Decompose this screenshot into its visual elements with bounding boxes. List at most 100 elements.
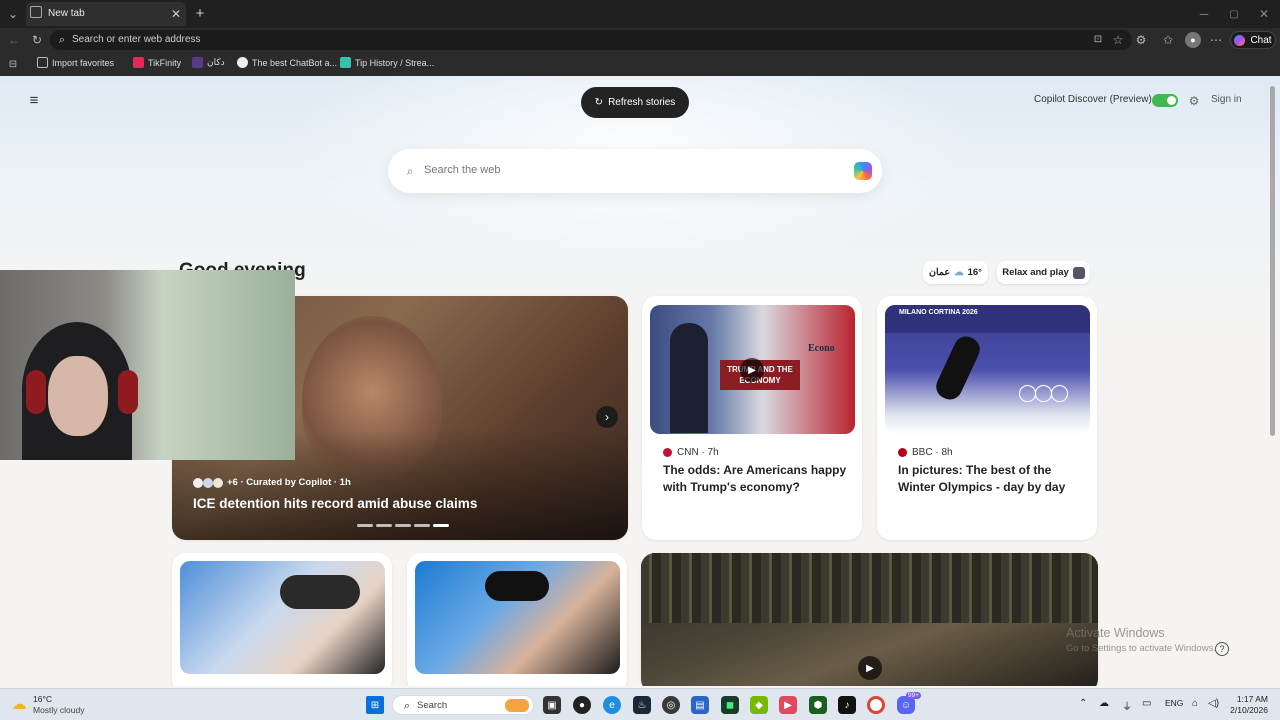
refresh-icon[interactable]: ↻ <box>29 32 45 48</box>
carousel-dot[interactable] <box>357 524 373 527</box>
favorite-tikfinity[interactable]: TikFinity <box>133 57 181 68</box>
favorite-import[interactable]: Import favorites <box>37 57 114 68</box>
sidebar-toggle-icon[interactable]: ⊟ <box>5 56 21 72</box>
play-icon[interactable]: ▶ <box>858 656 882 680</box>
search-highlight-icon <box>505 699 529 712</box>
cockpit-panel <box>641 553 1098 623</box>
story-card-skier-2[interactable] <box>407 553 627 686</box>
next-arrow-icon[interactable]: › <box>596 406 618 428</box>
volume-icon[interactable]: ◁) <box>1208 698 1219 709</box>
goggles-figure <box>280 575 360 609</box>
media-app-icon[interactable]: ▶ <box>779 696 797 714</box>
profile-avatar[interactable]: ● <box>1185 32 1201 48</box>
olympic-rings-icon: ◯◯◯ <box>1018 383 1069 402</box>
extensions-icon[interactable]: ⚙ <box>1133 32 1149 48</box>
minimize-icon[interactable]: ─ <box>1196 6 1212 22</box>
copilot-icon[interactable] <box>854 162 872 180</box>
favorite-star-icon[interactable]: ☆ <box>1110 32 1126 48</box>
taskbar-weather-desc[interactable]: Mostly cloudy <box>33 705 85 715</box>
steam-icon[interactable]: ♨ <box>633 696 651 714</box>
toggle-knob <box>1167 96 1176 105</box>
bbc-icon <box>898 448 907 457</box>
story-thumbnail: MILANO CORTINA 2026 ◯◯◯ <box>885 305 1090 434</box>
story-source: CNN · 7h <box>663 447 719 458</box>
more-icon[interactable]: ⋯ <box>1208 32 1224 48</box>
read-aloud-icon[interactable]: ⊡ <box>1090 32 1106 48</box>
favorite-chatbot[interactable]: The best ChatBot a... <box>237 57 337 68</box>
taskbar: ☁ 16°C Mostly cloudy ⊞ ⌕ Search ▣ ● e ♨ … <box>0 688 1280 720</box>
chrome-icon[interactable] <box>867 696 885 714</box>
scrollbar-thumb[interactable] <box>1270 86 1275 436</box>
story-card-video[interactable]: ▶ <box>641 553 1098 686</box>
clock-time[interactable]: 1:17 AM <box>1226 694 1268 704</box>
hero-meta-text: +6 · Curated by Copilot · 1h <box>227 477 351 488</box>
sign-in-link[interactable]: Sign in <box>1211 94 1242 105</box>
taskbar-search[interactable]: ⌕ Search <box>392 695 534 715</box>
maximize-icon[interactable]: ▢ <box>1226 6 1242 22</box>
story-headline[interactable]: The odds: Are Americans happy with Trump… <box>663 462 848 496</box>
taskbar-weather-temp[interactable]: 16°C <box>33 694 52 704</box>
story-card-cnn[interactable]: TRUMP AND THE ECONOMY Econo ▶ CNN · 7h T… <box>642 296 862 540</box>
weather-pill[interactable]: عمان ☁ 16° <box>923 261 988 284</box>
tip-history-icon <box>340 57 351 68</box>
help-icon[interactable]: ? <box>1215 642 1229 656</box>
back-icon[interactable]: ← <box>6 32 22 48</box>
settings-gear-icon[interactable]: ⚙ <box>1186 93 1202 109</box>
search-icon: ⌕ <box>58 34 66 46</box>
app-icon-circle[interactable]: ◎ <box>662 696 680 714</box>
tray-overflow-icon[interactable]: ⌃ <box>1079 698 1087 709</box>
carousel-dot[interactable] <box>433 524 449 527</box>
anchor-figure <box>670 323 708 433</box>
store-icon[interactable]: ▤ <box>691 696 709 714</box>
tab-list-icon[interactable]: ⌄ <box>5 6 21 22</box>
carousel-dot[interactable] <box>376 524 392 527</box>
close-tab-icon[interactable]: ✕ <box>168 6 184 22</box>
cloud-tray-icon[interactable]: ☁ <box>1099 698 1109 709</box>
task-view-icon[interactable]: ▣ <box>543 696 561 714</box>
obs-icon[interactable]: ● <box>573 696 591 714</box>
chat-button[interactable]: Chat <box>1230 31 1276 49</box>
refresh-stories-button[interactable]: ↻ Refresh stories <box>581 87 689 118</box>
game-app-icon[interactable]: ⬢ <box>809 696 827 714</box>
story-thumbnail: TRUMP AND THE ECONOMY Econo ▶ <box>650 305 855 434</box>
tiktok-icon[interactable]: ♪ <box>838 696 856 714</box>
edge-icon[interactable]: e <box>603 696 621 714</box>
story-card-bbc[interactable]: MILANO CORTINA 2026 ◯◯◯ BBC · 8h In pict… <box>877 296 1097 540</box>
thumb-caption: MILANO CORTINA 2026 <box>899 309 978 316</box>
tikfinity-icon <box>133 57 144 68</box>
nvidia-icon[interactable]: ◆ <box>750 696 768 714</box>
menu-icon[interactable]: ≡ <box>26 92 42 109</box>
tab-bar: ⌄ New tab ✕ + ─ ▢ ✕ <box>0 0 1280 28</box>
story-headline[interactable]: In pictures: The best of the Winter Olym… <box>898 462 1083 496</box>
favorite-tip-history[interactable]: Tip History / Strea... <box>340 57 434 68</box>
display-icon[interactable]: ▭ <box>1142 698 1151 709</box>
page-icon <box>30 6 42 18</box>
story-card-skier-1[interactable] <box>172 553 392 686</box>
web-search-box[interactable]: ⌕ Search the web <box>388 149 882 193</box>
weather-cloud-icon[interactable]: ☁ <box>11 696 27 713</box>
network-icon[interactable]: ⌂ <box>1192 698 1198 709</box>
start-button[interactable]: ⊞ <box>366 696 384 714</box>
headphone-right <box>118 370 138 414</box>
tab-new-tab[interactable]: New tab ✕ <box>26 2 186 26</box>
story-source: BBC · 8h <box>898 447 953 458</box>
play-icon[interactable]: ▶ <box>740 358 764 382</box>
language-indicator[interactable]: ENG <box>1165 698 1183 708</box>
clock-date[interactable]: 2/10/2026 <box>1226 705 1268 715</box>
favorite-dukan[interactable]: دكان <box>192 57 225 68</box>
hero-headline[interactable]: ICE detention hits record amid abuse cla… <box>193 496 477 511</box>
relax-and-play-pill[interactable]: Relax and play <box>997 261 1090 284</box>
notification-badge: 99+ <box>906 692 922 699</box>
close-window-icon[interactable]: ✕ <box>1256 6 1272 22</box>
carousel-dot[interactable] <box>395 524 411 527</box>
cnn-icon <box>663 448 672 457</box>
favorites-icon[interactable]: ✩ <box>1160 32 1176 48</box>
microphone-icon[interactable]: ⏚ <box>1122 698 1132 713</box>
copilot-discover-toggle[interactable] <box>1152 94 1178 107</box>
chat-app-icon[interactable]: ◼ <box>721 696 739 714</box>
skater-figure <box>932 332 984 404</box>
new-tab-button[interactable]: + <box>192 5 208 22</box>
chatbot-icon <box>237 57 248 68</box>
address-bar[interactable]: ⌕ Search or enter web address ⊡ ☆ <box>50 30 1132 50</box>
carousel-dot[interactable] <box>414 524 430 527</box>
